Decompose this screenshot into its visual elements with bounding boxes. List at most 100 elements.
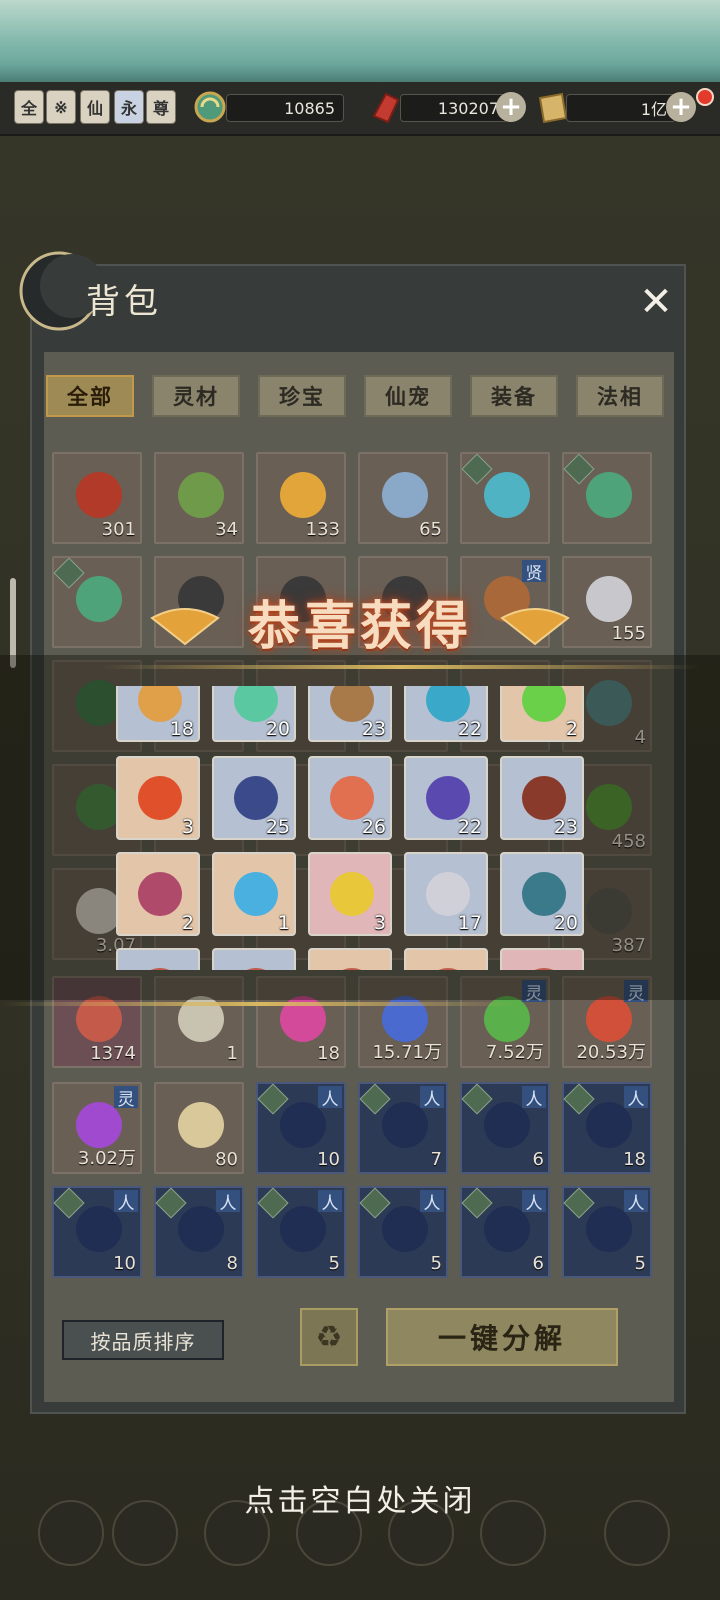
- decompose-all-button[interactable]: 一键分解: [386, 1308, 618, 1366]
- jade-card-icon: [586, 472, 632, 518]
- reward-item[interactable]: 18: [116, 686, 200, 742]
- item-quantity: 6: [532, 1149, 544, 1170]
- add-ticket-button[interactable]: +: [666, 92, 696, 122]
- reward-item[interactable]: 2: [500, 686, 584, 742]
- blue-gourd-icon: [426, 686, 470, 722]
- tab-materials[interactable]: 灵材: [152, 375, 240, 417]
- inventory-item[interactable]: 人6: [460, 1186, 550, 1278]
- inventory-item[interactable]: 65: [358, 452, 448, 544]
- reward-item[interactable]: 17: [404, 852, 488, 936]
- item-quantity: 155: [611, 623, 646, 644]
- reward-quantity: 25: [265, 816, 290, 838]
- reward-banner: 恭喜获得: [150, 578, 570, 664]
- jade-card-icon: [76, 576, 122, 622]
- reward-item[interactable]: 20: [212, 686, 296, 742]
- reward-quantity: 17: [457, 912, 482, 934]
- skill-book-icon: [178, 1206, 224, 1252]
- reward-item[interactable]: 23: [308, 686, 392, 742]
- item-quantity: 65: [419, 519, 442, 540]
- item-quantity: 18: [317, 1043, 340, 1064]
- item-quantity: 7.52万: [485, 1042, 544, 1063]
- inventory-item[interactable]: 人7: [358, 1082, 448, 1174]
- partial-icon: [330, 968, 374, 970]
- inventory-item[interactable]: 人8: [154, 1186, 244, 1278]
- inventory-item[interactable]: 人5: [256, 1186, 346, 1278]
- red-sword-icon: [522, 776, 566, 820]
- skill-book-icon: [280, 1102, 326, 1148]
- grade-tag: 人: [318, 1086, 342, 1110]
- red-crystal-icon: [372, 92, 400, 124]
- top-scenery: [0, 0, 720, 82]
- partial-icon: [138, 968, 182, 970]
- partial-icon: [426, 968, 470, 970]
- reward-list[interactable]: 18 20 23 22 2 3 25 26 22 23 2 1 3 17 20: [100, 686, 600, 970]
- skill-book-icon: [280, 1206, 326, 1252]
- tab-equipment[interactable]: 装备: [470, 375, 558, 417]
- gourd-icon: [138, 686, 182, 722]
- inventory-item[interactable]: [562, 452, 652, 544]
- inventory-item[interactable]: 人5: [358, 1186, 448, 1278]
- tab-all[interactable]: 全部: [46, 375, 134, 417]
- reward-item[interactable]: 26: [308, 756, 392, 840]
- reward-item[interactable]: 1: [212, 852, 296, 936]
- reward-item[interactable]: 22: [404, 686, 488, 742]
- reward-item[interactable]: [212, 948, 296, 970]
- currency-ticket-value: 1亿: [566, 94, 676, 122]
- tab-treasures[interactable]: 珍宝: [258, 375, 346, 417]
- inventory-item[interactable]: [460, 452, 550, 544]
- inventory-item[interactable]: 人 10: [256, 1082, 346, 1174]
- grade-tag: 人: [318, 1190, 342, 1214]
- sort-by-quality-button[interactable]: 按品质排序: [62, 1320, 224, 1360]
- reward-item[interactable]: 3: [308, 852, 392, 936]
- reward-item[interactable]: [500, 948, 584, 970]
- reward-item[interactable]: 3: [116, 756, 200, 840]
- title-badge-1[interactable]: 全: [14, 90, 44, 124]
- reward-item[interactable]: 25: [212, 756, 296, 840]
- tab-avatar[interactable]: 法相: [576, 375, 664, 417]
- flame-orb-icon: [138, 872, 182, 916]
- inventory-item[interactable]: 人5: [562, 1186, 652, 1278]
- inventory-item[interactable]: 人6: [460, 1082, 550, 1174]
- tab-pets[interactable]: 仙宠: [364, 375, 452, 417]
- close-button[interactable]: ✕: [636, 282, 676, 322]
- reward-item[interactable]: 20: [500, 852, 584, 936]
- inventory-item[interactable]: 155: [562, 556, 652, 648]
- title-badge-4[interactable]: 永: [114, 90, 144, 124]
- currency-jade-value: 10865: [226, 94, 344, 122]
- skill-book-icon: [382, 1102, 428, 1148]
- gold-ticket-icon: [538, 92, 568, 124]
- reward-item[interactable]: 22: [404, 756, 488, 840]
- item-quantity: 34: [215, 519, 238, 540]
- recycle-button[interactable]: ♻: [300, 1308, 358, 1366]
- silver-staff-icon: [426, 872, 470, 916]
- skill-book-icon: [484, 1102, 530, 1148]
- reward-item[interactable]: [116, 948, 200, 970]
- reward-item[interactable]: [404, 948, 488, 970]
- skill-book-icon: [586, 1206, 632, 1252]
- reward-item[interactable]: 23: [500, 756, 584, 840]
- antler-icon: [330, 686, 374, 722]
- reward-item[interactable]: [308, 948, 392, 970]
- add-crystal-button[interactable]: +: [496, 92, 526, 122]
- inventory-item[interactable]: 34: [154, 452, 244, 544]
- title-badge-5[interactable]: 尊: [146, 90, 176, 124]
- notification-dot: [696, 88, 714, 106]
- inventory-item[interactable]: 133: [256, 452, 346, 544]
- title-badge-3[interactable]: 仙: [80, 90, 110, 124]
- reward-quantity: 26: [361, 816, 386, 838]
- item-quantity: 20.53万: [576, 1042, 646, 1063]
- inventory-item[interactable]: [52, 556, 142, 648]
- inventory-item[interactable]: 人 18: [562, 1082, 652, 1174]
- inventory-item[interactable]: 301: [52, 452, 142, 544]
- jade-coin-icon: [194, 91, 226, 123]
- currency-crystal-value: 130207: [400, 94, 508, 122]
- inventory-item[interactable]: 人 10: [52, 1186, 142, 1278]
- item-quantity: 3.02万: [77, 1148, 136, 1169]
- inventory-item[interactable]: 80: [154, 1082, 244, 1174]
- inventory-item[interactable]: 灵 3.02万: [52, 1082, 142, 1174]
- reward-item[interactable]: 2: [116, 852, 200, 936]
- fire-stone-icon: [138, 776, 182, 820]
- title-badge-2[interactable]: ※: [46, 90, 76, 124]
- item-quantity: 10: [317, 1149, 340, 1170]
- item-quantity: 10: [113, 1253, 136, 1274]
